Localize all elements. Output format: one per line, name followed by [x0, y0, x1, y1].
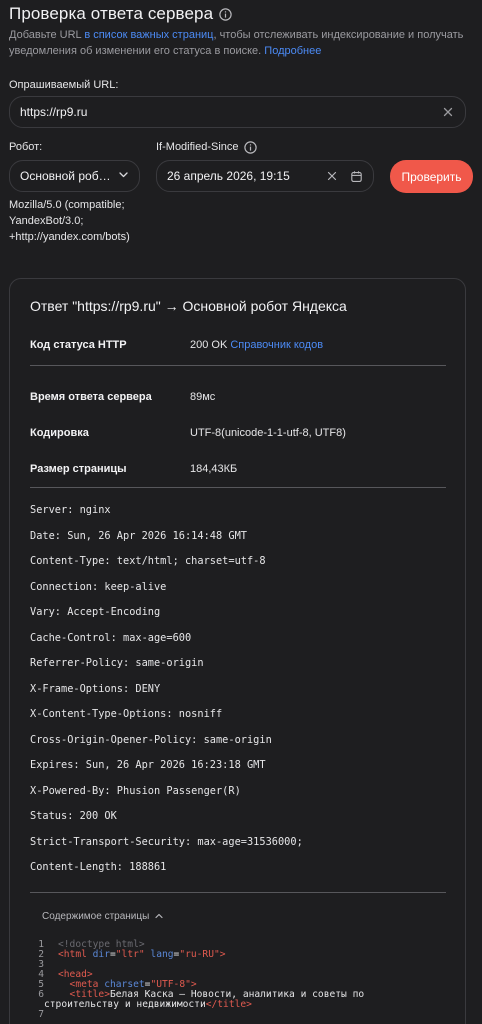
header-line: Content-Type: text/html; charset=utf-8 — [30, 555, 266, 567]
header-line: Status: 200 OK — [30, 810, 117, 822]
response-headers: Server: nginx Date: Sun, 26 Apr 2026 16:… — [30, 504, 445, 887]
code-line: 2 <html dir="ltr" lang="ru-RU"> — [30, 948, 445, 960]
robot-select[interactable]: Основной роб… — [9, 160, 140, 192]
line-number: 2 — [38, 948, 44, 960]
info-icon[interactable] — [219, 7, 232, 21]
code-text: <html dir="ltr" lang="ru-RU"> — [58, 948, 226, 960]
if-modified-since-label: If-Modified-Since — [156, 140, 374, 154]
code-text: строительству и недвижимости</title> — [44, 998, 252, 1010]
date-field-controls — [326, 170, 363, 183]
code-line: строительству и недвижимости</title> — [30, 998, 445, 1010]
if-modified-since-value: 26 апрель 2026, 19:15 — [167, 169, 290, 183]
encoding-row: Кодировка UTF-8(unicode-1-1-utf-8, UTF8) — [30, 425, 445, 441]
line-number: 1 — [38, 938, 44, 950]
header-line: Strict-Transport-Security: max-age=31536… — [30, 835, 303, 848]
if-modified-since-column: If-Modified-Since 26 апрель 2026, 19:15 — [156, 140, 374, 192]
robot-select-value: Основной роб… — [20, 169, 111, 183]
line-number: 5 — [38, 978, 44, 990]
title-row: Проверка ответа сервера — [9, 0, 473, 26]
response-time-label: Время ответа сервера — [30, 391, 152, 403]
page-content-toggle-label: Содержимое страницы — [42, 910, 150, 922]
encoding-value: UTF-8(unicode-1-1-utf-8, UTF8) — [190, 427, 346, 439]
chevron-down-icon — [118, 169, 129, 183]
divider — [30, 365, 446, 366]
chevron-up-icon — [154, 911, 164, 921]
line-number: 7 — [38, 1008, 44, 1020]
header-line: X-Powered-By: Phusion Passenger(R) — [30, 784, 241, 797]
code-line: 7 — [30, 1008, 445, 1020]
options-row: Робот: Основной роб… Mozilla/5.0 (compat… — [9, 140, 473, 245]
url-input[interactable]: https://rp9.ru — [9, 96, 466, 128]
status-value: 200 OK — [190, 339, 228, 351]
user-agent-text: Mozilla/5.0 (compatible; YandexBot/3.0; … — [9, 199, 130, 243]
header-line: Referrer-Policy: same-origin — [30, 657, 204, 669]
check-button[interactable]: Проверить — [390, 160, 473, 193]
header-line: Cache-Control: max-age=600 — [30, 631, 192, 644]
desc-text-start: Добавьте URL — [9, 29, 85, 41]
page-size-label: Размер страницы — [30, 463, 127, 475]
more-link[interactable]: Подробнее — [264, 45, 321, 57]
clear-url-icon[interactable] — [441, 105, 455, 119]
status-value-cell: 200 OK Справочник кодов — [190, 339, 323, 351]
divider — [30, 891, 446, 893]
divider — [30, 487, 446, 488]
url-label: Опрашиваемый URL: — [9, 79, 119, 91]
page: Проверка ответа сервера Добавьте URL в с… — [0, 0, 482, 245]
page-size-row: Размер страницы 184,43КБ — [30, 461, 445, 477]
page-description: Добавьте URL в список важных страниц, чт… — [9, 27, 473, 59]
header-line: X-Content-Type-Options: nosniff — [30, 708, 223, 720]
header-line: X-Frame-Options: DENY — [30, 682, 161, 695]
header-line: Date: Sun, 26 Apr 2026 16:14:48 GMT — [30, 529, 247, 542]
header-line: Expires: Sun, 26 Apr 2026 16:23:18 GMT — [30, 759, 266, 771]
header-line: Server: nginx — [30, 504, 111, 516]
if-modified-since-label-text: If-Modified-Since — [156, 141, 239, 153]
calendar-icon[interactable] — [350, 170, 363, 183]
important-pages-link[interactable]: в список важных страниц — [84, 29, 213, 41]
status-row: Код статуса HTTP 200 OK Справочник кодов — [30, 335, 445, 355]
page-source-code: 1 <!doctype html> 2 <html dir="ltr" lang="… — [30, 938, 445, 1020]
info-icon[interactable] — [243, 140, 257, 154]
robot-label: Робот: — [9, 141, 43, 153]
code-line: 3 — [30, 958, 445, 970]
encoding-label: Кодировка — [30, 427, 89, 439]
result-title: Ответ "https://rp9.ru" → Основной робот … — [30, 298, 347, 314]
if-modified-since-input[interactable]: 26 апрель 2026, 19:15 — [156, 160, 374, 192]
status-codes-link[interactable]: Справочник кодов — [230, 339, 323, 351]
page-content-toggle[interactable]: Содержимое страницы — [30, 911, 445, 922]
status-label: Код статуса HTTP — [30, 339, 127, 351]
line-number: 4 — [38, 968, 44, 980]
line-number: 3 — [38, 958, 44, 970]
header-line: Cross-Origin-Opener-Policy: same-origin — [30, 733, 272, 746]
url-input-value: https://rp9.ru — [20, 105, 88, 119]
response-time-row: Время ответа сервера 89мс — [30, 389, 445, 405]
header-line: Vary: Accept-Encoding — [30, 606, 161, 618]
page-title: Проверка ответа сервера — [9, 4, 214, 23]
robot-column: Робот: Основной роб… Mozilla/5.0 (compat… — [9, 140, 142, 245]
response-time-value: 89мс — [190, 391, 216, 403]
header-line: Connection: keep-alive — [30, 580, 167, 593]
page-size-value: 184,43КБ — [190, 463, 238, 475]
clear-date-icon[interactable] — [326, 170, 338, 182]
header-line: Content-Length: 188861 — [30, 861, 167, 873]
result-card: Ответ "https://rp9.ru" → Основной робот … — [9, 278, 466, 1024]
